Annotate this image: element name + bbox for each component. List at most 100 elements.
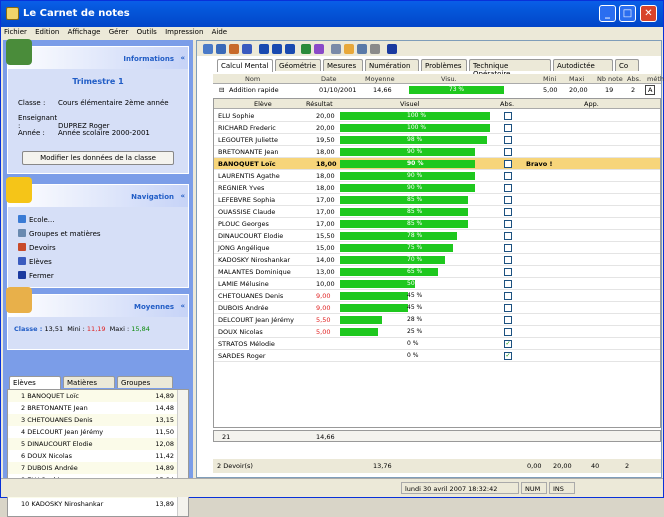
absent-checkbox[interactable]: ✓: [504, 352, 512, 360]
absent-checkbox[interactable]: [504, 220, 512, 228]
nav-eleves[interactable]: Elèves: [18, 257, 52, 266]
absent-checkbox[interactable]: [504, 292, 512, 300]
list-item[interactable]: 10 KADOSKY Niroshankar 13,89: [8, 498, 178, 510]
absent-checkbox[interactable]: [504, 160, 512, 168]
absent-checkbox[interactable]: [504, 280, 512, 288]
collapse-icon[interactable]: «: [180, 302, 185, 310]
exit-icon[interactable]: [387, 44, 397, 54]
table-row[interactable]: BRETONANTE Jean 18,00 90 %: [214, 146, 660, 158]
table-row[interactable]: SARDES Roger 0 % ✓: [214, 350, 660, 362]
absent-checkbox[interactable]: [504, 208, 512, 216]
absent-checkbox[interactable]: [504, 136, 512, 144]
view-icon[interactable]: [331, 44, 341, 54]
table-row[interactable]: ELU Sophie 20,00 100 %: [214, 110, 660, 122]
nav-groupes[interactable]: Groupes et matières: [18, 229, 101, 238]
print-icon[interactable]: [370, 44, 380, 54]
table-row[interactable]: LAMIE Mélusine 10,00 50 %: [214, 278, 660, 290]
list-item[interactable]: 3 CHETOUANES Denis 13,15: [8, 414, 178, 426]
absent-checkbox[interactable]: [504, 268, 512, 276]
report-icon[interactable]: [314, 44, 324, 54]
nav-fermer[interactable]: Fermer: [18, 271, 54, 280]
tab-matieres[interactable]: Matières: [63, 376, 115, 388]
tab-subject[interactable]: Problèmes: [421, 59, 467, 71]
close-button[interactable]: ✕: [640, 5, 657, 22]
menu-fichier[interactable]: Fichier: [1, 27, 30, 37]
table-row[interactable]: RICHARD Frederic 20,00 100 %: [214, 122, 660, 134]
table-row[interactable]: JONG Angélique 15,00 75 %: [214, 242, 660, 254]
nav-ecole[interactable]: Ecole...: [18, 215, 54, 224]
table-row[interactable]: OUASSISE Claude 17,00 85 %: [214, 206, 660, 218]
expand-icon[interactable]: ⊟: [219, 86, 224, 94]
chart-icon[interactable]: [229, 44, 239, 54]
maximize-button[interactable]: □: [619, 5, 636, 22]
table-row[interactable]: CHETOUANES Denis 9,00 45 %: [214, 290, 660, 302]
table-row[interactable]: MALANTES Dominique 13,00 65 %: [214, 266, 660, 278]
absent-checkbox[interactable]: [504, 256, 512, 264]
tab-eleves[interactable]: Elèves: [9, 376, 61, 389]
averages-panel-header[interactable]: Moyennes «: [6, 287, 188, 317]
menu-aide[interactable]: Aide: [209, 27, 230, 37]
table-row[interactable]: LAURENTIS Agathe 18,00 90 %: [214, 170, 660, 182]
list-item[interactable]: 1 BANOQUET Loïc 14,89: [8, 390, 178, 402]
list-item[interactable]: 4 DELCOURT Jean Jérémy 11,50: [8, 426, 178, 438]
palette-icon[interactable]: [344, 44, 354, 54]
students-icon[interactable]: [242, 44, 252, 54]
table-row[interactable]: DOUX Nicolas 5,00 25 %: [214, 326, 660, 338]
tab-subject[interactable]: Mesures: [323, 59, 363, 71]
info-panel-header[interactable]: Informations «: [6, 39, 188, 69]
scrollbar[interactable]: [177, 390, 188, 516]
absent-checkbox[interactable]: [504, 196, 512, 204]
list-item[interactable]: 6 DOUX Nicolas 11,42: [8, 450, 178, 462]
list-item[interactable]: 2 BRETONANTE Jean 14,48: [8, 402, 178, 414]
tab-groupes[interactable]: Groupes: [117, 376, 173, 388]
nav-devoirs[interactable]: Devoirs: [18, 243, 56, 252]
add-icon[interactable]: [259, 44, 269, 54]
table-row[interactable]: LEFEBVRE Sophia 17,00 85 %: [214, 194, 660, 206]
absent-checkbox[interactable]: [504, 124, 512, 132]
table-row[interactable]: BANOQUET Loïc 18,00 90 % Bravo !: [214, 158, 660, 170]
table-row[interactable]: LEGOUTER Juliette 19,50 98 %: [214, 134, 660, 146]
modify-class-button[interactable]: Modifier les données de la classe: [22, 151, 174, 165]
settings-icon[interactable]: [203, 44, 213, 54]
menu-edition[interactable]: Edition: [32, 27, 62, 37]
absent-checkbox[interactable]: [504, 328, 512, 336]
absent-checkbox[interactable]: [504, 148, 512, 156]
tab-subject[interactable]: Technique Opératoire: [469, 59, 551, 78]
menu-affichage[interactable]: Affichage: [65, 27, 104, 37]
absent-checkbox[interactable]: [504, 316, 512, 324]
absent-checkbox[interactable]: [504, 244, 512, 252]
absent-checkbox[interactable]: [504, 172, 512, 180]
collapse-icon[interactable]: «: [180, 192, 185, 200]
absent-checkbox[interactable]: ✓: [504, 340, 512, 348]
tab-subject[interactable]: Calcul Mental: [217, 59, 273, 72]
remove-icon[interactable]: [285, 44, 295, 54]
absent-checkbox[interactable]: [504, 184, 512, 192]
table-row[interactable]: PLOUC Georges 17,00 85 %: [214, 218, 660, 230]
table-row[interactable]: DUBOIS Andrée 9,00 45 %: [214, 302, 660, 314]
collapse-icon[interactable]: «: [180, 54, 185, 62]
minimize-button[interactable]: _: [599, 5, 616, 22]
pen-icon[interactable]: [216, 44, 226, 54]
absent-checkbox[interactable]: [504, 112, 512, 120]
navigation-panel-header[interactable]: Navigation «: [6, 177, 188, 207]
absent-checkbox[interactable]: [504, 304, 512, 312]
table-row[interactable]: KADOSKY Niroshankar 14,00 70 %: [214, 254, 660, 266]
list-item[interactable]: 5 DINAUCOURT Elodie 12,08: [8, 438, 178, 450]
tab-subject[interactable]: Co: [615, 59, 639, 71]
table-row[interactable]: DINAUCOURT Elodie 15,50 78 %: [214, 230, 660, 242]
absent-checkbox[interactable]: [504, 232, 512, 240]
table-row[interactable]: REGNIER Yves 18,00 90 %: [214, 182, 660, 194]
tab-subject[interactable]: Géométrie: [275, 59, 321, 71]
table-row[interactable]: STRATOS Mélodie 0 % ✓: [214, 338, 660, 350]
table-row[interactable]: DELCOURT Jean Jérémy 5,50 28 %: [214, 314, 660, 326]
calc-icon[interactable]: [301, 44, 311, 54]
menu-outils[interactable]: Outils: [134, 27, 160, 37]
menu-impression[interactable]: Impression: [162, 27, 206, 37]
menu-gerer[interactable]: Gérer: [106, 27, 132, 37]
tab-subject[interactable]: Autodictée: [553, 59, 613, 71]
up-icon[interactable]: [272, 44, 282, 54]
copy-icon[interactable]: [357, 44, 367, 54]
list-item[interactable]: 7 DUBOIS Andrée 14,89: [8, 462, 178, 474]
assignment-row[interactable]: ⊟ Addition rapide 01/10/2001 14,66 73 % …: [213, 85, 661, 96]
tab-subject[interactable]: Numération: [365, 59, 419, 71]
